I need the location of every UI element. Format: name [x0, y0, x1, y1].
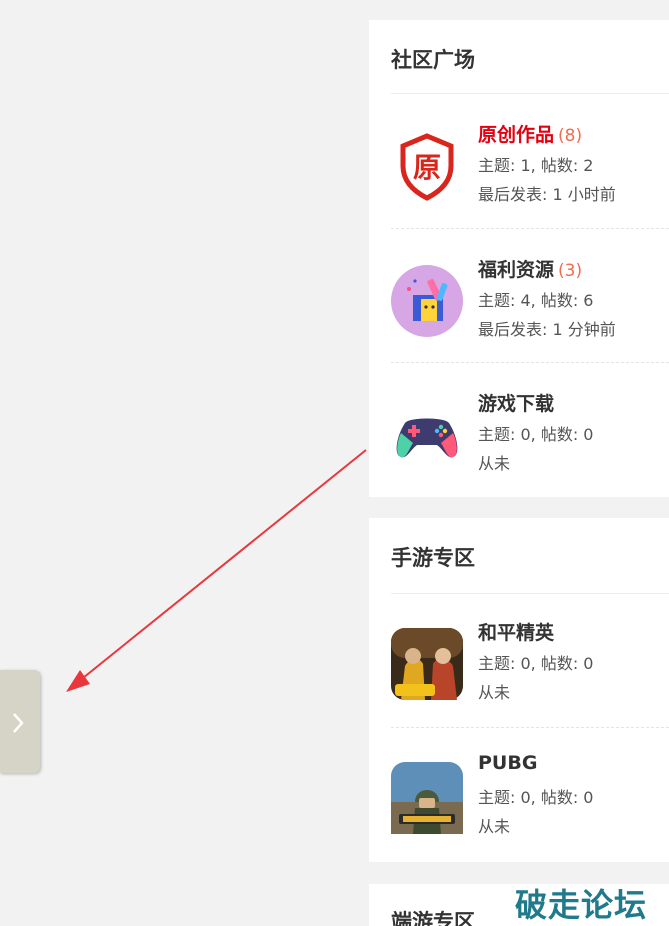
divider [391, 593, 669, 594]
sidebar-expand-button[interactable] [0, 670, 40, 773]
forum-name[interactable]: 福利资源 [478, 259, 554, 281]
new-post-count: (3) [558, 261, 583, 281]
section-community: 社区广场 原 原创作品(8) 主题: 1, 帖数: 2 最后发表: 1 小时前 [369, 20, 669, 497]
peace-elite-game-icon [391, 628, 463, 700]
shield-original-icon: 原 [400, 133, 454, 201]
forum-column: 社区广场 原 原创作品(8) 主题: 1, 帖数: 2 最后发表: 1 小时前 [369, 0, 669, 926]
forum-item-game-download[interactable]: 游戏下载 主题: 0, 帖数: 0 从未 [369, 377, 669, 507]
pubg-game-icon [391, 762, 463, 834]
divider [391, 727, 669, 728]
gamepad-icon [396, 418, 458, 458]
forum-stats: 主题: 0, 帖数: 0 [478, 425, 594, 444]
section-title: 端游专区 [391, 910, 475, 926]
forum-stats: 主题: 0, 帖数: 0 [478, 788, 594, 807]
chevron-right-icon [13, 713, 24, 733]
forum-stats: 主题: 1, 帖数: 2 [478, 156, 594, 175]
forum-stats: 主题: 0, 帖数: 0 [478, 654, 594, 673]
divider [391, 93, 669, 94]
watermark: 破走论坛 [515, 886, 648, 924]
gift-box-icon [391, 265, 463, 337]
new-post-count: (8) [558, 126, 583, 146]
forum-last-post[interactable]: 从未 [478, 679, 510, 703]
divider [391, 228, 669, 229]
section-title: 手游专区 [391, 546, 475, 570]
divider [391, 362, 669, 363]
forum-item-original[interactable]: 原 原创作品 (8) 主题: 1, 帖数: 2 最后发表: 1 小时前 [369, 108, 669, 238]
forum-name[interactable]: 游戏下载 [478, 393, 554, 415]
forum-name[interactable]: 和平精英 [478, 622, 554, 644]
section-title: 社区广场 [391, 48, 475, 72]
forum-name[interactable]: PUBG [478, 752, 537, 774]
forum-last-post[interactable]: 最后发表: 1 小时前 [478, 181, 616, 205]
forum-item-pubg[interactable]: PUBG 主题: 0, 帖数: 0 从未 [369, 740, 669, 870]
forum-stats: 主题: 4, 帖数: 6 [478, 291, 594, 310]
forum-item-peace-elite[interactable]: 和平精英 主题: 0, 帖数: 0 从未 [369, 606, 669, 736]
section-mobile-games: 手游专区 和平精英 主题: 0, 帖数: 0 从未 PUBG 主题: 0, 帖数… [369, 518, 669, 862]
forum-name[interactable]: 原创作品 [478, 124, 554, 146]
forum-item-welfare[interactable]: 福利资源 (3) 主题: 4, 帖数: 6 最后发表: 1 分钟前 [369, 243, 669, 373]
forum-last-post[interactable]: 最后发表: 1 分钟前 [478, 316, 616, 340]
forum-last-post[interactable]: 从未 [478, 450, 510, 474]
svg-text:原: 原 [413, 151, 441, 184]
forum-last-post[interactable]: 从未 [478, 813, 510, 837]
